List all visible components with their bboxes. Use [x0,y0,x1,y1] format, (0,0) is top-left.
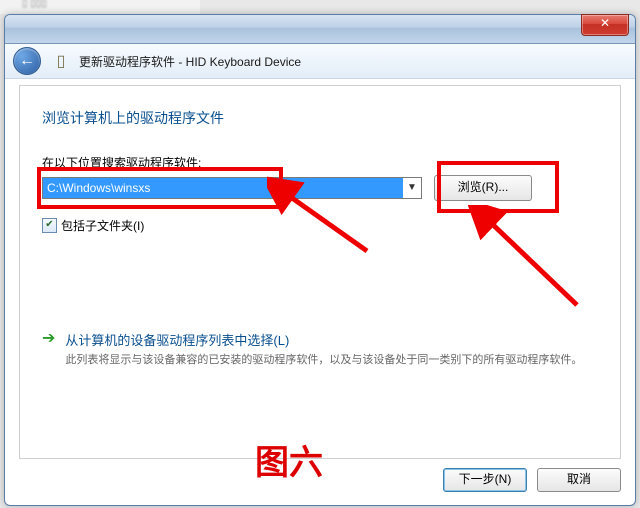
include-subfolders-label: 包括子文件夹(I) [61,217,144,234]
path-combobox[interactable]: ▼ [42,177,422,199]
include-subfolders-checkbox[interactable]: ✔ [42,218,57,233]
page-icon: ▯ [51,51,71,71]
pick-from-list-option[interactable]: ➔ 从计算机的设备驱动程序列表中选择(L) 此列表将显示与该设备兼容的已安装的驱… [42,330,598,369]
next-button[interactable]: 下一步(N) [443,468,527,492]
titlebar: ✕ [5,15,635,44]
dialog-window: ✕ ← ▯ 更新驱动程序软件 - HID Keyboard Device 浏览计… [4,14,636,506]
chevron-down-icon[interactable]: ▼ [403,178,421,198]
browse-button[interactable]: 浏览(R)... [434,175,532,201]
arrow-left-icon: ← [19,52,35,70]
close-button[interactable]: ✕ [581,14,629,36]
path-input[interactable] [43,178,403,198]
option-description: 此列表将显示与该设备兼容的已安装的驱动程序软件，以及与该设备处于同一类别下的所有… [65,352,582,369]
window-title: 更新驱动程序软件 - HID Keyboard Device [79,53,301,70]
cancel-button[interactable]: 取消 [537,468,621,492]
content-panel: 浏览计算机上的驱动程序文件 在以下位置搜索驱动程序软件: ▼ 浏览(R)... … [19,85,621,459]
search-location-label: 在以下位置搜索驱动程序软件: [42,154,598,171]
navbar: ← ▯ 更新驱动程序软件 - HID Keyboard Device [5,44,635,79]
close-icon: ✕ [600,16,610,30]
back-button[interactable]: ← [13,47,41,75]
background-fragment: ▯ ▯▯▯ [0,0,200,14]
option-title: 从计算机的设备驱动程序列表中选择(L) [65,330,582,349]
panel-heading: 浏览计算机上的驱动程序文件 [42,108,598,128]
footer: 下一步(N) 取消 [19,465,621,495]
arrow-right-icon: ➔ [42,330,55,369]
